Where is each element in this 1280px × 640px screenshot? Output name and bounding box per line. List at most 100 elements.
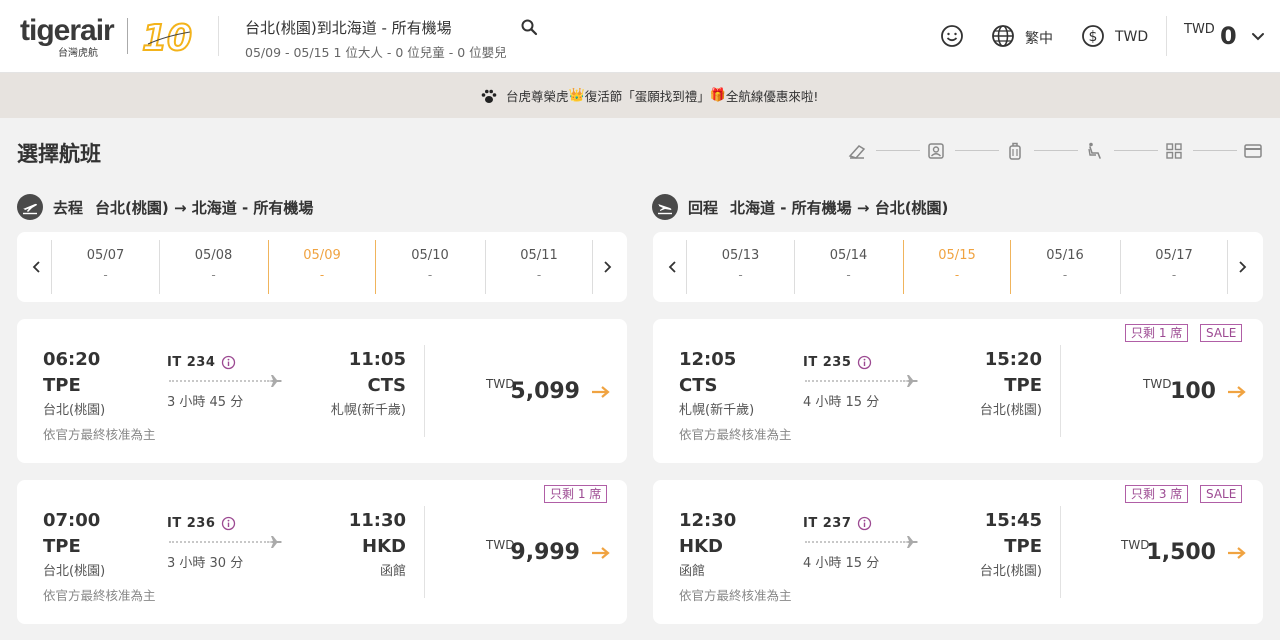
departure-code: HKD [679, 536, 723, 557]
date-price: - [536, 268, 542, 282]
flight-number-text: IT 234 [167, 355, 216, 370]
arrival-city: 台北(桃園) [979, 403, 1042, 418]
promo-banner[interactable]: 台虎尊榮虎 👑 復活節「蛋願找到禮」 🎁 全航線優惠來啦! [0, 73, 1280, 118]
info-icon[interactable] [857, 355, 872, 370]
info-icon[interactable] [221, 516, 236, 531]
arrival-code: CTS [367, 375, 406, 396]
fare-price: 9,999 [510, 540, 580, 565]
prev-date-icon[interactable] [30, 260, 44, 274]
flight-card[interactable]: 只剩 1 席 SALE 12:05 CTS 札幌(新千歲) 依官方最終核准為主 … [653, 319, 1263, 463]
chevron-down-icon[interactable] [1250, 28, 1266, 44]
arrival-code: TPE [1004, 536, 1042, 557]
departure-time: 12:30 [679, 510, 737, 531]
date-price: - [954, 268, 960, 282]
departure-code: CTS [679, 375, 718, 396]
date-label: 05/17 [1155, 248, 1193, 263]
route-summary[interactable]: 05/09 - 05/15 1 位大人 - 0 位兒童 - 0 位嬰兒 [245, 42, 507, 61]
date-cell[interactable]: 05/08 - [159, 240, 267, 294]
fare-price: 1,500 [1146, 540, 1216, 565]
anniversary-10-logo: 10 [141, 17, 192, 58]
search-icon[interactable] [520, 18, 538, 36]
top-header: tigerair 台灣虎航 10 台北(桃園)到北海道 - 所有機場 05/09… [0, 0, 1280, 73]
svg-text:10: 10 [142, 18, 192, 58]
header-divider-2 [1166, 16, 1167, 56]
sale-tag: SALE [1200, 324, 1243, 342]
currency-selector[interactable]: TWD [1115, 29, 1148, 45]
flight-number: IT 234 [167, 355, 236, 370]
payment-card-step-icon [1244, 144, 1262, 158]
currency-dollar-icon[interactable]: $ [1081, 24, 1105, 48]
arrival-code: HKD [362, 536, 406, 557]
arrow-right-icon[interactable] [1228, 386, 1246, 398]
arrival-time: 11:05 [348, 349, 406, 370]
outbound-date-bar: 05/07 - 05/08 - 05/09 - 05/10 - 05/11 - [17, 232, 627, 302]
info-icon[interactable] [221, 355, 236, 370]
sale-tag: SALE [1200, 485, 1243, 503]
departure-city: 台北(桃園) [43, 564, 106, 579]
arrival-city: 台北(桃園) [979, 564, 1042, 579]
route-line [169, 541, 269, 543]
approval-note: 依官方最終核准為主 [679, 588, 792, 603]
price-currency: TWD [1121, 538, 1150, 552]
date-price: - [427, 268, 433, 282]
flight-duration: 3 小時 30 分 [167, 556, 244, 571]
booking-progress-steps [847, 140, 1263, 162]
flight-duration: 4 小時 15 分 [803, 556, 880, 571]
departure-time: 07:00 [43, 510, 101, 531]
date-cell[interactable]: 05/14 - [794, 240, 902, 294]
route-line [169, 380, 269, 382]
prev-date-icon[interactable] [666, 260, 680, 274]
fare-price: 100 [1170, 379, 1216, 404]
date-cell[interactable]: 05/17 - [1120, 240, 1228, 294]
flight-duration: 4 小時 15 分 [803, 395, 880, 410]
arrow-right-icon[interactable] [592, 386, 610, 398]
plane-icon [904, 375, 918, 387]
approval-note: 依官方最終核准為主 [43, 588, 156, 603]
addons-grid-step-icon [1166, 143, 1182, 159]
date-cell[interactable]: 05/16 - [1011, 240, 1119, 294]
page-title: 選擇航班 [17, 142, 101, 166]
arrow-right-icon[interactable] [592, 547, 610, 559]
date-cell[interactable]: 05/11 - [485, 240, 593, 294]
date-price: - [103, 268, 108, 282]
flight-duration: 3 小時 45 分 [167, 395, 244, 410]
approval-note: 依官方最終核准為主 [43, 427, 156, 442]
departure-time: 06:20 [43, 349, 101, 370]
departure-city: 札幌(新千歲) [679, 403, 755, 418]
flight-card[interactable]: 06:20 TPE 台北(桃園) 依官方最終核准為主 IT 234 3 小時 4… [17, 319, 627, 463]
arrival-time: 15:20 [984, 349, 1042, 370]
logo-wordmark: tigerair [20, 14, 115, 47]
flight-number: IT 235 [803, 355, 872, 370]
globe-icon[interactable] [991, 24, 1015, 48]
date-cell-selected[interactable]: 05/09 - [268, 240, 376, 294]
member-smile-icon[interactable] [940, 24, 964, 48]
tigerair-logo[interactable]: tigerair 台灣虎航 [20, 14, 120, 60]
info-icon[interactable] [857, 516, 872, 531]
next-date-icon[interactable] [1235, 260, 1249, 274]
language-selector[interactable]: 繁中 [1025, 28, 1053, 48]
date-cell-selected[interactable]: 05/15 - [903, 240, 1011, 294]
plane-icon [268, 375, 282, 387]
banner-text-a: 台虎尊榮虎 [506, 89, 569, 104]
date-cell[interactable]: 05/07 - [51, 240, 159, 294]
route-title[interactable]: 台北(桃園)到北海道 - 所有機場 [245, 17, 452, 38]
logo-divider [127, 18, 128, 54]
flight-card[interactable]: 只剩 3 席 SALE 12:30 HKD 函館 依官方最終核准為主 IT 23… [653, 480, 1263, 624]
outbound-label: 去程 [53, 198, 84, 217]
arrival-time: 15:45 [984, 510, 1042, 531]
step-connector [1114, 150, 1158, 151]
outbound-section-header: 去程 台北(桃園) → 北海道 - 所有機場 [17, 194, 313, 220]
date-cell[interactable]: 05/13 - [686, 240, 794, 294]
flight-card[interactable]: 只剩 1 席 07:00 TPE 台北(桃園) 依官方最終核准為主 IT 236… [17, 480, 627, 624]
route-line [805, 541, 905, 543]
price-currency: TWD [1143, 377, 1172, 391]
card-divider [424, 506, 425, 598]
passenger-step-icon [928, 143, 944, 159]
date-cell[interactable]: 05/10 - [376, 240, 484, 294]
outbound-route: 台北(桃園) → 北海道 - 所有機場 [95, 198, 314, 217]
next-date-icon[interactable] [600, 260, 614, 274]
arrival-city: 札幌(新千歲) [330, 403, 406, 418]
paw-icon [481, 89, 497, 103]
card-divider [1060, 345, 1061, 437]
arrow-right-icon[interactable] [1228, 547, 1246, 559]
